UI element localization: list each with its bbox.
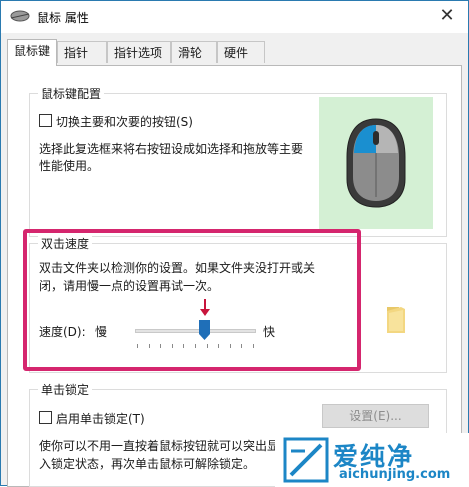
mouse-icon	[346, 118, 406, 208]
button-config-description: 选择此复选框来将右按钮设成如选择和拖放等主要 性能使用。	[39, 141, 303, 175]
switch-buttons-checkbox[interactable]	[39, 114, 52, 127]
mouse-properties-window: 鼠标 属性 ✕ 鼠标键 指针 指针选项 滑轮 硬件 鼠标键配置 切换主要和次要的…	[0, 0, 469, 487]
watermark-url: aichunjing.com	[339, 467, 451, 482]
close-icon[interactable]: ✕	[434, 4, 460, 28]
click-lock-option[interactable]: 启用单击锁定(T)	[39, 410, 145, 427]
tab-hardware[interactable]: 硬件	[217, 41, 265, 63]
tab-pointers[interactable]: 指针	[57, 41, 107, 63]
highlight-box	[23, 229, 361, 371]
switch-buttons-option[interactable]: 切换主要和次要的按钮(S)	[39, 113, 193, 130]
description-line: 入锁定状态，再次单击鼠标可解除锁定。	[39, 457, 256, 471]
description-line: 使你可以不用一直按着鼠标按钮就可以突出显	[39, 439, 280, 453]
tab-wheel[interactable]: 滑轮	[171, 41, 217, 63]
switch-buttons-label: 切换主要和次要的按钮(S)	[56, 115, 193, 129]
tab-buttons[interactable]: 鼠标键	[7, 39, 57, 66]
description-line: 选择此复选框来将右按钮设成如选择和拖放等主要	[39, 142, 304, 156]
watermark: 爱纯净 aichunjing.com	[275, 433, 469, 487]
click-lock-checkbox[interactable]	[39, 411, 52, 424]
description-line: 性能使用。	[39, 159, 100, 173]
window-title: 鼠标 属性	[37, 11, 89, 25]
settings-button[interactable]: 设置(E)...	[322, 404, 429, 428]
test-folder-icon[interactable]	[379, 305, 411, 335]
button-config-label: 鼠标键配置	[38, 85, 105, 102]
mouse-app-icon	[10, 10, 30, 22]
click-lock-checkbox-label: 启用单击锁定(T)	[56, 412, 145, 426]
title-bar: 鼠标 属性 ✕	[1, 1, 468, 33]
tab-pointer-options[interactable]: 指针选项	[107, 41, 171, 63]
click-lock-label: 单击锁定	[38, 381, 93, 398]
mouse-preview	[319, 97, 433, 229]
watermark-logo	[283, 437, 329, 483]
click-lock-description: 使你可以不用一直按着鼠标按钮就可以突出显 入锁定状态，再次单击鼠标可解除锁定。	[39, 437, 279, 473]
